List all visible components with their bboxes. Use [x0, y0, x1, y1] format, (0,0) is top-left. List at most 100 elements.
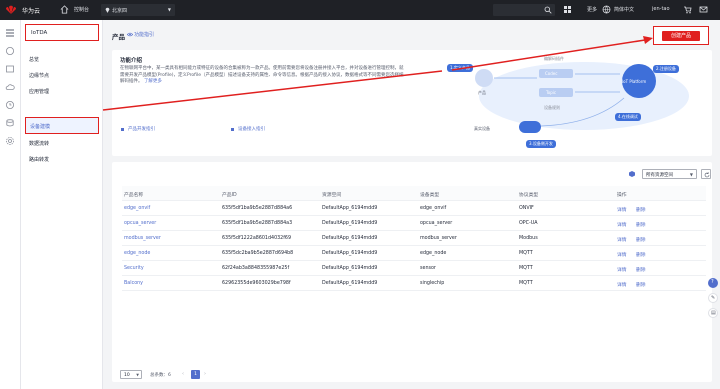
hamburger-menu-icon[interactable]	[5, 28, 15, 38]
detail-link[interactable]: 详情	[617, 236, 627, 243]
detail-link[interactable]: 详情	[617, 281, 627, 288]
device-type: modbus_server	[420, 236, 457, 241]
service-title-label: IoTDA	[31, 30, 48, 36]
user-account[interactable]: jen-tao	[652, 6, 670, 12]
delete-link[interactable]: 删除	[636, 281, 646, 288]
more-menu[interactable]: 更多	[587, 6, 597, 13]
search-icon[interactable]	[544, 6, 552, 14]
chevron-down-icon: ▼	[689, 172, 693, 177]
feedback-float-button[interactable]: ✎	[708, 293, 718, 303]
delete-link[interactable]: 删除	[636, 251, 646, 258]
product-id: 635f5df1222a8601d4032f69	[222, 236, 292, 241]
home-icon[interactable]	[60, 5, 69, 14]
delete-link[interactable]: 删除	[636, 236, 646, 243]
settings-icon[interactable]	[5, 136, 15, 146]
cube-icon[interactable]	[628, 170, 636, 178]
product-dev-guide-link[interactable]: 产品开发指引	[128, 126, 155, 132]
device-type: edge_onvif	[420, 206, 447, 211]
product-name-link[interactable]: Security	[124, 266, 144, 271]
intro-description: 在物联网平台中，某一类具有相同能力或特征的设备的合集被称为一款产品。使用前需要您…	[120, 66, 405, 86]
global-search-input[interactable]	[493, 4, 555, 16]
language-switch[interactable]: 简体中文	[614, 6, 634, 13]
device-access-guide-link[interactable]: 设备接入指引	[238, 126, 265, 132]
detail-link[interactable]: 详情	[617, 221, 627, 228]
cloud-icon[interactable]	[5, 82, 15, 92]
prev-page-icon[interactable]: ‹	[182, 371, 184, 377]
next-page-icon[interactable]: ›	[204, 371, 206, 377]
col-actions: 操作	[617, 193, 627, 198]
globe-icon[interactable]	[602, 5, 611, 14]
nav-item-label: 设备建模	[30, 124, 51, 130]
create-product-highlight: 创建产品	[653, 26, 709, 45]
clock-icon[interactable]	[5, 100, 15, 110]
service-title[interactable]: IoTDA	[25, 24, 99, 41]
delete-link[interactable]: 删除	[636, 266, 646, 273]
col-resource-space: 资源空间	[322, 193, 342, 198]
detail-link[interactable]: 详情	[617, 266, 627, 273]
nav-item-overview[interactable]: 总览	[29, 56, 39, 63]
message-icon[interactable]	[699, 5, 708, 14]
product-list-panel: 所有资源空间 ▼ 产品名称 产品ID 资源空间 设备类型 协议类型 操作 edg…	[112, 162, 712, 382]
diagram-topic-label: Topic	[546, 90, 557, 95]
page-title: 产品	[112, 33, 125, 41]
grid-menu-icon[interactable]	[563, 5, 572, 14]
nav-item-data-flow[interactable]: 数据流转	[29, 140, 49, 147]
service-list-icon[interactable]	[5, 64, 15, 74]
nav-item-routing[interactable]: 路由转发	[29, 156, 49, 163]
product-id: 635f5df1ba9b5e2887d884a6	[222, 206, 293, 211]
table-row: Balcony 62962355de9603029be798f DefaultA…	[122, 276, 706, 291]
product-id: 635f5dc2ba9b5e2887d694b8	[222, 251, 294, 256]
huawei-logo-icon[interactable]	[5, 4, 17, 15]
database-icon[interactable]	[5, 118, 15, 128]
product-id: 62f24ab3a8848355987e25f	[222, 266, 290, 271]
page-size-select[interactable]: 10 ▼	[120, 370, 142, 379]
protocol: MQTT	[519, 251, 533, 256]
nav-item-device-modeling[interactable]: 设备建模	[25, 117, 99, 134]
location-pin-icon	[105, 7, 110, 13]
service-icon-rail	[0, 20, 21, 389]
feature-guide-link[interactable]: 功能指引	[134, 31, 154, 38]
diagram-platform-label: IoT Platform	[622, 79, 647, 84]
iotda-side-navigation: IoTDA 总览 边缘节点 应用管理 设备建模 数据流转 路由转发	[21, 20, 103, 389]
resource-space-value: 所有资源空间	[646, 173, 673, 178]
product-circle	[475, 69, 493, 87]
product-name-link[interactable]: Balcony	[124, 281, 143, 286]
protocol: MQTT	[519, 266, 533, 271]
detail-link[interactable]: 详情	[617, 206, 627, 213]
page-number-current[interactable]: 1	[191, 370, 200, 379]
eye-icon	[127, 32, 133, 37]
nav-item-app-management[interactable]: 应用管理	[29, 88, 49, 95]
console-link[interactable]: 控制台	[74, 6, 89, 13]
cart-icon[interactable]	[683, 5, 692, 14]
brand-name[interactable]: 华为云	[22, 6, 40, 15]
region-selector[interactable]: 北京四 ▼	[101, 4, 175, 16]
help-icon: ?	[711, 279, 714, 285]
detail-link[interactable]: 详情	[617, 251, 627, 258]
home-icon[interactable]	[5, 46, 15, 56]
diagram-device-label: 真实设备	[474, 126, 490, 131]
help-float-button[interactable]: ?	[708, 278, 718, 288]
product-name-link[interactable]: modbus_server	[124, 236, 161, 241]
delete-link[interactable]: 删除	[636, 206, 646, 213]
table-row: modbus_server 635f5df1222a8601d4032f69 D…	[122, 231, 706, 246]
page-header: 产品 功能指引 创建产品	[108, 26, 713, 46]
refresh-button[interactable]	[701, 169, 711, 179]
product-name-link[interactable]: edge_onvif	[124, 206, 150, 211]
chevron-down-icon: ▼	[136, 373, 139, 377]
product-name-link[interactable]: opcua_server	[124, 221, 156, 226]
protocol: MQTT	[519, 281, 533, 286]
product-name-link[interactable]: edge_node	[124, 251, 150, 256]
chat-icon: ✎	[711, 295, 716, 301]
diagram-product-label: 产品	[478, 90, 486, 95]
delete-link[interactable]: 删除	[636, 221, 646, 228]
square-bullet-icon	[121, 128, 124, 131]
learn-more-link[interactable]: 了解更多	[144, 79, 162, 84]
create-product-button[interactable]: 创建产品	[662, 31, 700, 41]
device-type: singlechip	[420, 281, 445, 286]
nav-item-edge-nodes[interactable]: 边缘节点	[29, 72, 49, 79]
clipboard-icon: ▤	[711, 310, 716, 316]
resource-space-select[interactable]: 所有资源空间 ▼	[642, 169, 697, 179]
table-row: Security 62f24ab3a8848355987e25f Default…	[122, 261, 706, 276]
device-type: opcua_server	[420, 221, 453, 226]
survey-float-button[interactable]: ▤	[708, 308, 718, 318]
